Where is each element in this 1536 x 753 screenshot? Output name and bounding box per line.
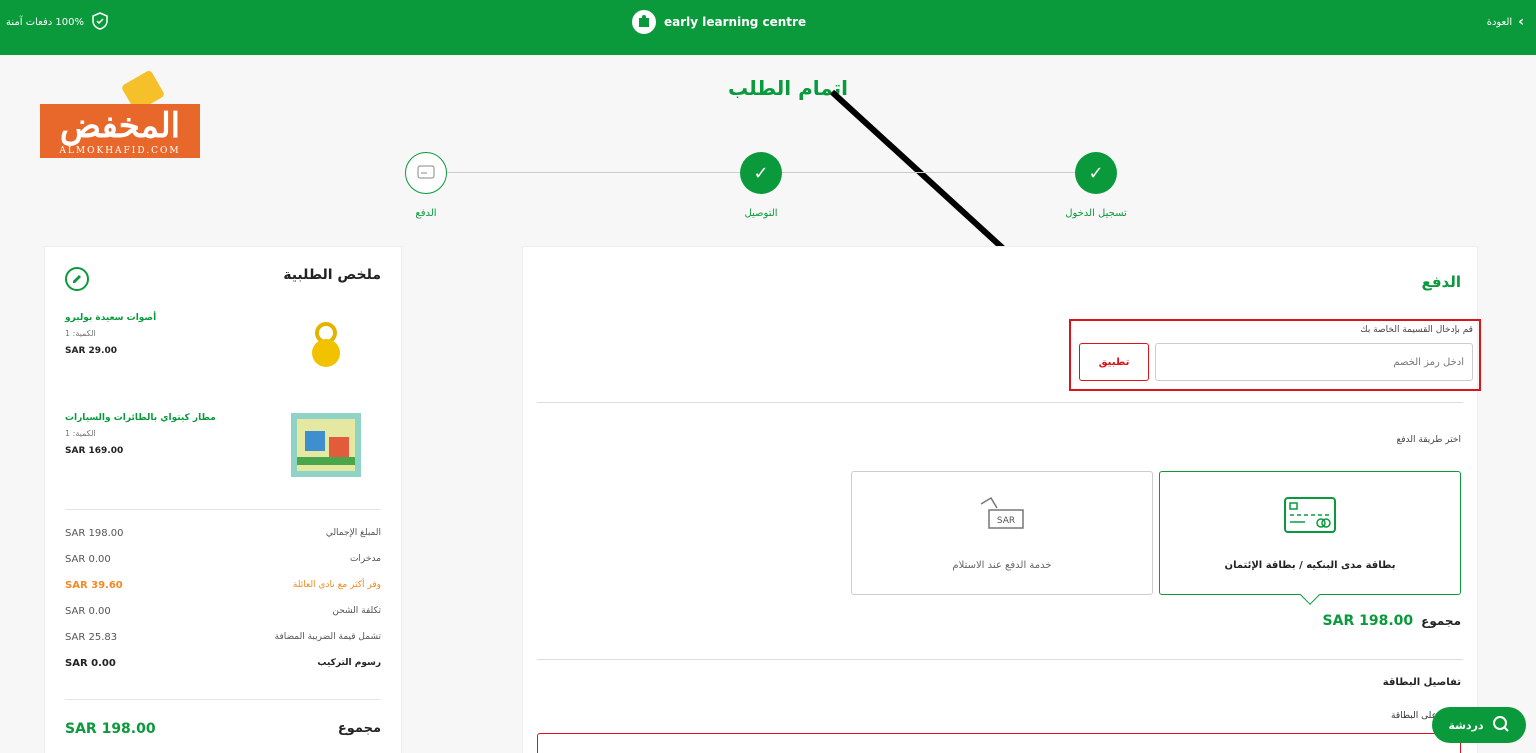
payment-method-cod-label: خدمة الدفع عند الاستلام — [952, 560, 1052, 571]
item-name: أصوات سعيدة بولبرو — [65, 313, 157, 323]
watermark-box: المخفض ALMOKHAFID.COM — [40, 104, 200, 158]
checkout-stepper: الدفع ✓ التوصيل ✓ تسجيل الدخول — [405, 152, 1127, 224]
row-value: SAR 198.00 — [65, 528, 124, 539]
row-value: SAR 0.00 — [65, 554, 111, 565]
item-qty: الكمية: 1 — [65, 329, 96, 338]
product-thumbnail-rattle — [291, 313, 361, 383]
summary-row-vat: تشمل قيمة الضريبة المضافة SAR 25.83 — [65, 632, 381, 650]
payment-method-card[interactable]: بطاقة مدى البنكيه / بطاقة الإئتمان — [1159, 471, 1461, 605]
total-label: مجموع — [337, 721, 381, 736]
summary-divider — [65, 509, 381, 510]
summary-row-installation: رسوم التركيب SAR 0.00 — [65, 658, 381, 676]
secure-label: 100% دفعات آمنة — [6, 17, 84, 28]
row-value: SAR 39.60 — [65, 580, 123, 591]
item-price: SAR 29.00 — [65, 346, 117, 356]
summary-title: ملخص الطلبية — [283, 267, 381, 283]
payment-total-label: مجموع — [1421, 614, 1461, 628]
brand-logo[interactable]: early learning centre — [632, 10, 806, 34]
edit-pencil-icon[interactable] — [65, 267, 89, 291]
payment-total: مجموع SAR 198.00 — [1323, 613, 1461, 629]
product-thumbnail-airport — [291, 413, 361, 483]
summary-row-shipping: تكلفة الشحن SAR 0.00 — [65, 606, 381, 624]
check-icon: ✓ — [753, 162, 769, 184]
section-divider — [537, 659, 1463, 660]
item-qty: الكمية: 1 — [65, 429, 96, 438]
step-label-login: تسجيل الدخول — [1065, 208, 1127, 219]
row-value: SAR 0.00 — [65, 658, 116, 669]
promo-label: قم بإدخال القسيمة الخاصة بك — [1360, 325, 1473, 335]
elc-logo-icon — [632, 10, 656, 34]
cash-icon-text: SAR — [997, 516, 1015, 526]
payment-method-cod[interactable]: SAR خدمة الدفع عند الاستلام — [851, 471, 1153, 595]
row-label: وفر أكثر مع نادي العائلة — [292, 580, 381, 590]
card-details-title: تفاصيل البطاقة — [1382, 677, 1461, 688]
section-divider — [537, 402, 1463, 403]
apply-promo-button[interactable]: تطبيق — [1079, 343, 1149, 381]
back-label: العودة — [1486, 16, 1513, 28]
step-delivery: ✓ — [740, 152, 782, 194]
page-title: اتمام الطلب — [727, 76, 849, 100]
order-summary-panel: ملخص الطلبية أصوات سعيدة بولبرو الكمية: … — [44, 246, 402, 753]
payment-title: الدفع — [1421, 273, 1461, 291]
summary-row-family-club: وفر أكثر مع نادي العائلة SAR 39.60 — [65, 580, 381, 598]
cash-sar-icon: SAR — [975, 496, 1029, 536]
chat-bubble-icon — [1492, 715, 1510, 736]
summary-total: مجموع SAR 198.00 — [65, 721, 381, 745]
row-label: تكلفة الشحن — [332, 606, 381, 616]
item-price: SAR 169.00 — [65, 446, 124, 456]
watermark-english: ALMOKHAFID.COM — [59, 146, 181, 156]
payment-total-value: SAR 198.00 — [1322, 613, 1414, 629]
check-icon: ✓ — [1088, 162, 1104, 184]
chat-button[interactable]: دردشة — [1432, 707, 1526, 743]
credit-card-icon — [1283, 496, 1337, 536]
card-icon — [417, 164, 435, 183]
row-label: المبلغ الإجمالي — [325, 528, 381, 538]
promo-code-section: قم بإدخال القسيمة الخاصة بك تطبيق — [1069, 319, 1481, 391]
payment-panel: الدفع قم بإدخال القسيمة الخاصة بك تطبيق … — [522, 246, 1481, 753]
top-bar: › العودة early learning centre 100% دفعا… — [0, 0, 1536, 55]
selected-pointer — [1300, 585, 1320, 605]
brand-name: early learning centre — [664, 15, 807, 29]
step-label-payment: الدفع — [415, 208, 437, 219]
step-label-delivery: التوصيل — [744, 208, 778, 219]
payment-method-card-label: بطاقة مدى البنكيه / بطاقة الإئتمان — [1224, 560, 1396, 571]
row-label: رسوم التركيب — [317, 658, 381, 668]
summary-row-subtotal: المبلغ الإجمالي SAR 198.00 — [65, 528, 381, 546]
step-login: ✓ — [1075, 152, 1117, 194]
card-name-input[interactable] — [537, 733, 1461, 753]
watermark-arabic: المخفض — [59, 106, 181, 146]
promo-code-input[interactable] — [1155, 343, 1473, 381]
summary-row-savings: مدخرات SAR 0.00 — [65, 554, 381, 572]
summary-item: أصوات سعيدة بولبرو الكمية: 1 SAR 29.00 — [65, 313, 381, 393]
chevron-right-icon: › — [1518, 14, 1524, 30]
row-value: SAR 25.83 — [65, 632, 118, 643]
row-label: تشمل قيمة الضريبة المضافة — [274, 632, 381, 642]
back-button[interactable]: › العودة — [1487, 14, 1524, 30]
step-payment — [405, 152, 447, 194]
summary-divider — [65, 699, 381, 700]
total-value: SAR 198.00 — [65, 721, 156, 737]
choose-payment-label: اختر طريقة الدفع — [1396, 435, 1461, 445]
summary-item: مطار كيتواي بالطائرات والسيارات الكمية: … — [65, 413, 381, 493]
chat-label: دردشة — [1448, 718, 1484, 732]
secure-payment-badge: 100% دفعات آمنة — [6, 12, 108, 33]
row-label: مدخرات — [349, 554, 381, 564]
shield-check-icon — [92, 12, 108, 33]
row-value: SAR 0.00 — [65, 606, 111, 617]
item-name: مطار كيتواي بالطائرات والسيارات — [65, 413, 216, 423]
